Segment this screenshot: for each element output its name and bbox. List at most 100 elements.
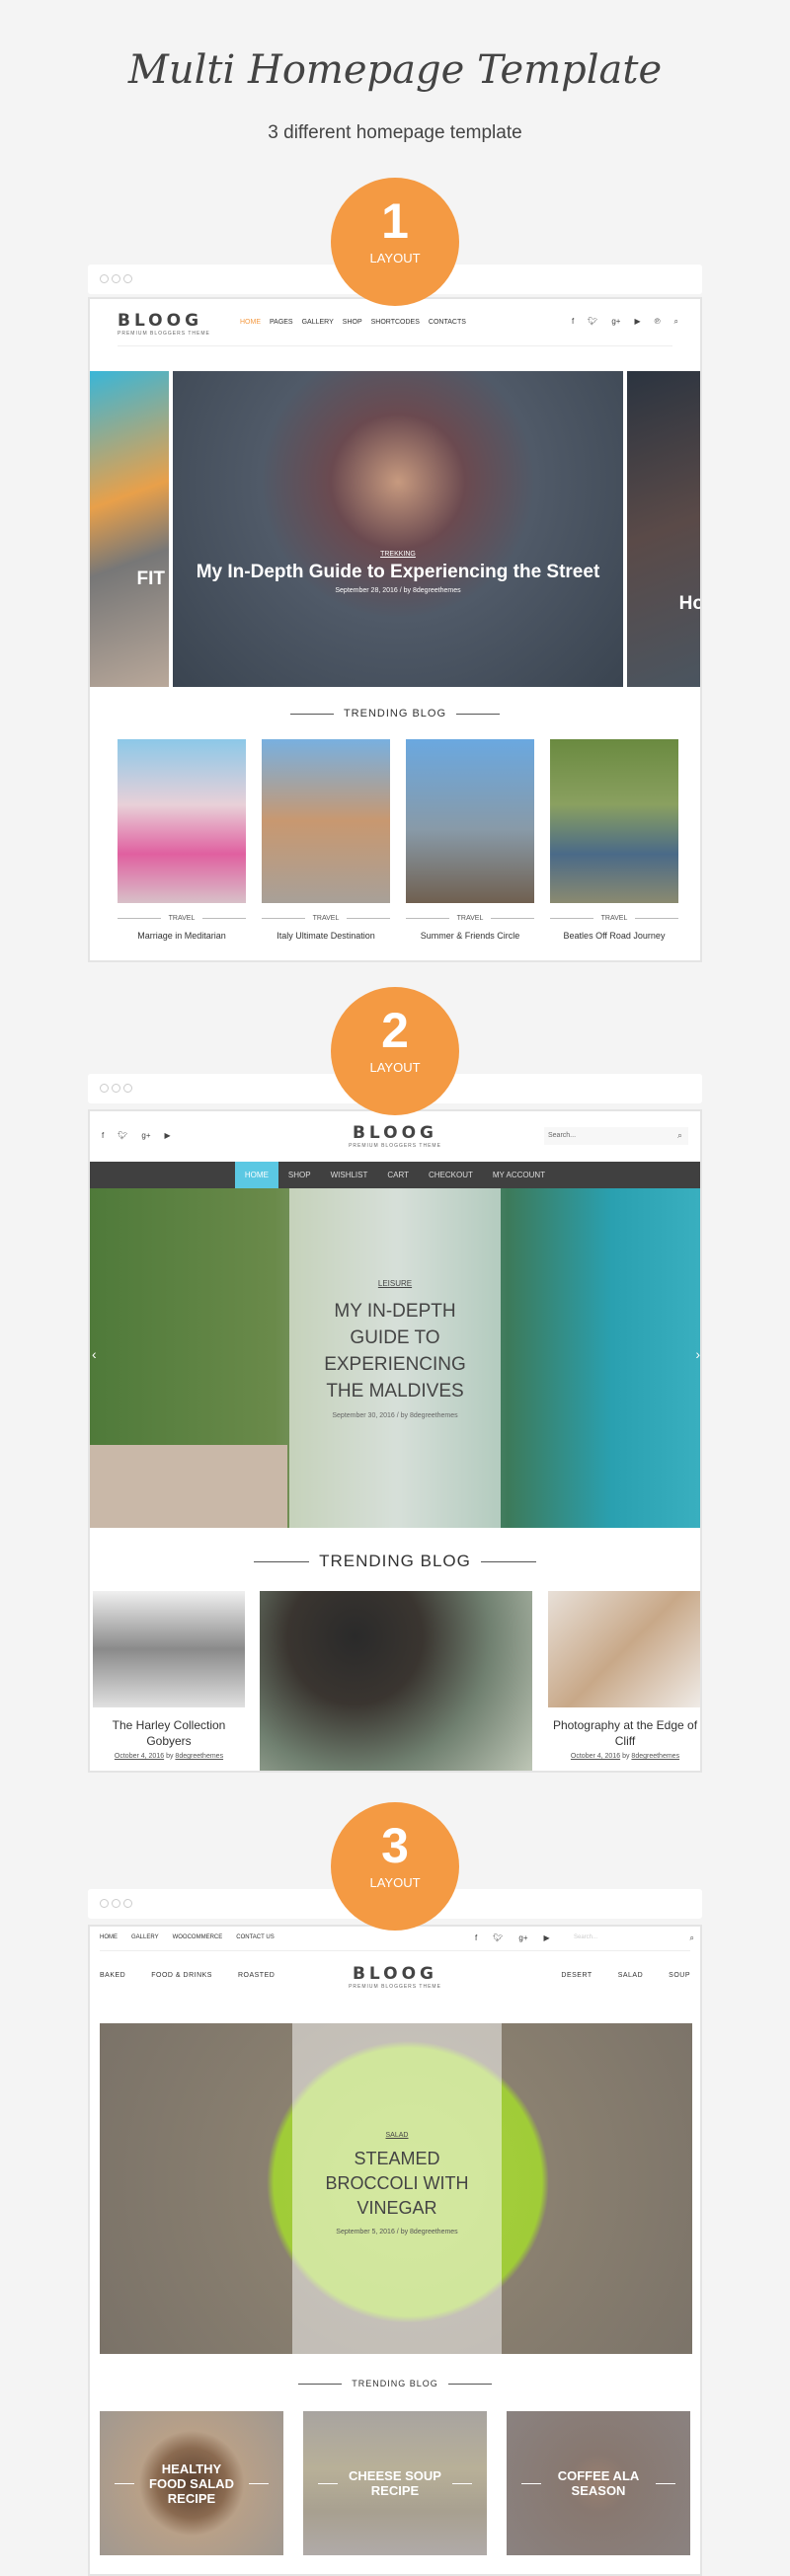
post-category: TRAVEL xyxy=(262,915,390,922)
search-icon[interactable]: ⌕ xyxy=(677,1130,682,1141)
nav-wishlist[interactable]: WISHLIST xyxy=(321,1162,378,1188)
hero-author[interactable]: by 8degreethemes xyxy=(401,2229,458,2235)
layout-badge-1: 1 LAYOUT xyxy=(331,178,459,306)
top-nav-gallery[interactable]: GALLERY xyxy=(131,1934,159,1940)
layout-badge-3: 3 LAYOUT xyxy=(331,1802,459,1931)
twitter-icon[interactable]: 🐦︎ xyxy=(493,1933,503,1942)
post-title[interactable]: Summer & Friends Circle xyxy=(398,931,542,941)
post-thumbnail[interactable] xyxy=(550,739,678,903)
search-icon[interactable]: ⌕ xyxy=(674,317,678,327)
post-thumbnail[interactable] xyxy=(262,739,390,903)
hero-slide[interactable]: SALAD STEAMED BROCCOLI WITH VINEGAR Sept… xyxy=(100,2023,692,2354)
top-nav-home[interactable]: HOME xyxy=(100,1934,118,1940)
chevron-left-icon[interactable]: ‹ xyxy=(92,1346,97,1362)
top-nav-woocommerce[interactable]: WOOCOMMERCE xyxy=(173,1934,223,1940)
separator: / xyxy=(399,587,402,594)
hero-author[interactable]: by 8degreethemes xyxy=(401,1412,458,1419)
post-title[interactable]: The Harley Collection Gobyers xyxy=(93,1717,245,1749)
hero-title[interactable]: My In-Depth Guide to Experiencing the St… xyxy=(173,558,623,587)
post-card[interactable]: COFFEE ALA SEASON xyxy=(507,2411,690,2555)
nav-cart[interactable]: CART xyxy=(377,1162,419,1188)
layout-label: LAYOUT xyxy=(369,1060,421,1075)
slide-next[interactable]: Ho xyxy=(627,371,700,687)
post-date[interactable]: October 4, 2016 xyxy=(115,1753,164,1760)
hero-author[interactable]: by 8degreethemes xyxy=(404,587,461,594)
chevron-right-icon[interactable]: › xyxy=(695,1346,700,1362)
main-nav: HOME SHOP WISHLIST CART CHECKOUT MY ACCOUNT xyxy=(90,1162,700,1188)
hero-title[interactable]: STEAMED BROCCOLI WITH VINEGAR xyxy=(292,2139,502,2229)
post-title[interactable]: Photography at the Edge of Cliff xyxy=(548,1717,700,1749)
facebook-icon[interactable]: f xyxy=(475,1933,477,1942)
hero-title[interactable]: MY IN-DEPTH GUIDE TO EXPERIENCING THE MA… xyxy=(289,1288,501,1412)
nav-salad[interactable]: SALAD xyxy=(618,1972,643,1979)
post-category: TRAVEL xyxy=(118,915,246,922)
pinterest-icon[interactable]: ℗ xyxy=(655,317,661,327)
category-link[interactable]: TRAVEL xyxy=(601,915,628,922)
trending-heading: TRENDING BLOG xyxy=(90,708,700,720)
post-author[interactable]: 8degreethemes xyxy=(175,1753,223,1760)
search-input[interactable]: Search... ⌕ xyxy=(544,1127,688,1145)
post-card[interactable]: CHEESE SOUP RECIPE xyxy=(303,2411,487,2555)
post-title[interactable]: Italy Ultimate Destination xyxy=(254,931,398,941)
post-thumbnail[interactable] xyxy=(548,1591,700,1707)
hero-date: September 28, 2016 xyxy=(335,587,398,594)
top-nav-contact[interactable]: CONTACT US xyxy=(236,1934,274,1940)
post-title[interactable]: HEALTHY FOOD SALAD RECIPE xyxy=(142,2462,241,2506)
trending-heading: TRENDING BLOG xyxy=(90,2379,700,2388)
post-author[interactable]: 8degreethemes xyxy=(631,1753,679,1760)
post-title[interactable]: Beatles Off Road Journey xyxy=(542,931,686,941)
post-title[interactable]: COFFEE ALA SEASON xyxy=(549,2468,648,2498)
slide-prev[interactable]: FIT xyxy=(90,371,169,687)
layout-2-preview: f 🐦︎ g+ ▶ BLOOG PREMIUM BLOGGERS THEME Searc… xyxy=(88,1109,702,1773)
main-nav: HOME PAGES GALLERY SHOP SHORTCODES CONTACTS xyxy=(240,319,466,326)
hero-slide[interactable]: LEISURE MY IN-DEPTH GUIDE TO EXPERIENCIN… xyxy=(90,1188,700,1528)
hero-category[interactable]: SALAD xyxy=(292,2132,502,2139)
logo: BLOOG PREMIUM BLOGGERS THEME xyxy=(118,311,210,338)
twitter-icon[interactable]: 🐦︎ xyxy=(588,317,597,327)
nav-pages[interactable]: PAGES xyxy=(270,319,293,326)
nav-soup[interactable]: SOUP xyxy=(669,1972,690,1979)
nav-contacts[interactable]: CONTACTS xyxy=(429,319,466,326)
hero-category[interactable]: LEISURE xyxy=(289,1279,501,1288)
nav-home[interactable]: HOME xyxy=(240,319,261,326)
layout-number: 1 xyxy=(381,193,409,249)
nav-home[interactable]: HOME xyxy=(234,1162,278,1188)
category-link[interactable]: TRAVEL xyxy=(457,915,484,922)
layout-label: LAYOUT xyxy=(369,1875,421,1890)
nav-shortcodes[interactable]: SHORTCODES xyxy=(371,319,420,326)
google-plus-icon[interactable]: g+ xyxy=(518,1933,527,1942)
post-thumbnail[interactable] xyxy=(118,739,246,903)
nav-desert[interactable]: DESERT xyxy=(561,1972,592,1979)
hero-category[interactable]: TREKKING xyxy=(173,551,623,558)
page-title: Multi Homepage Template xyxy=(127,47,663,93)
search-icon[interactable]: ⌕ xyxy=(690,1933,694,1943)
nav-my-account[interactable]: MY ACCOUNT xyxy=(483,1162,555,1188)
nav-shop[interactable]: SHOP xyxy=(343,319,362,326)
post-title[interactable]: CHEESE SOUP RECIPE xyxy=(346,2468,444,2498)
youtube-icon[interactable]: ▶ xyxy=(544,1933,550,1942)
post-category: TRAVEL xyxy=(550,915,678,922)
category-link[interactable]: TRAVEL xyxy=(313,915,340,922)
hero-date: September 30, 2016 xyxy=(332,1412,395,1419)
layout-badge-2: 2 LAYOUT xyxy=(331,987,459,1115)
facebook-icon[interactable]: f xyxy=(572,317,574,327)
post-card[interactable]: HEALTHY FOOD SALAD RECIPE xyxy=(100,2411,283,2555)
search-input[interactable]: Search... ⌕ xyxy=(574,1933,694,1943)
post-thumbnail[interactable] xyxy=(406,739,534,903)
nav-shop[interactable]: SHOP xyxy=(278,1162,321,1188)
post-thumbnail[interactable] xyxy=(93,1591,245,1707)
trending-heading: TRENDING BLOG xyxy=(90,1552,700,1571)
nav-gallery[interactable]: GALLERY xyxy=(302,319,334,326)
separator: / xyxy=(396,1412,399,1419)
post-date[interactable]: October 4, 2016 xyxy=(571,1753,620,1760)
featured-post-image[interactable] xyxy=(260,1591,532,1771)
hero-slide[interactable]: TREKKING My In-Depth Guide to Experienci… xyxy=(173,371,623,687)
youtube-icon[interactable]: ▶ xyxy=(634,317,640,327)
post-title[interactable]: Marriage in Meditarian xyxy=(110,931,254,941)
layout-number: 3 xyxy=(381,1818,409,1873)
category-link[interactable]: TRAVEL xyxy=(169,915,196,922)
layout-number: 2 xyxy=(381,1003,409,1058)
nav-checkout[interactable]: CHECKOUT xyxy=(419,1162,483,1188)
google-plus-icon[interactable]: g+ xyxy=(611,317,620,327)
divider xyxy=(100,1950,690,1951)
